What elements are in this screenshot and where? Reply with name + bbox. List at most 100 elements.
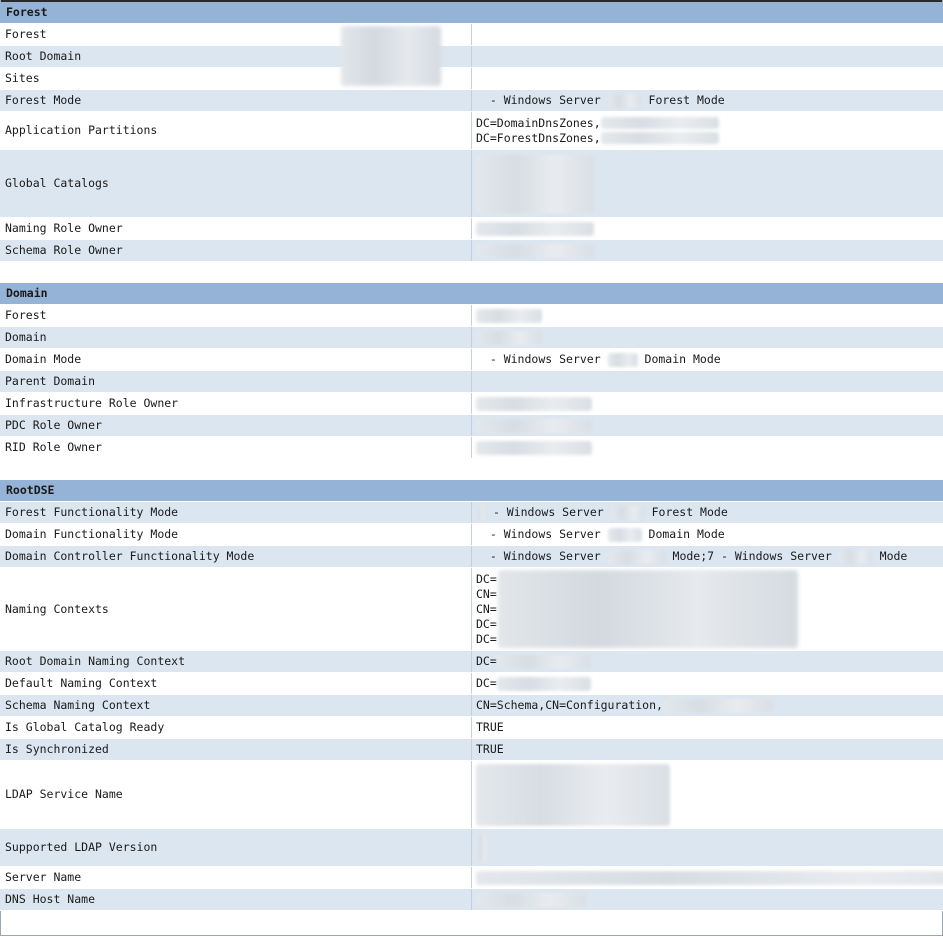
- row-label: Schema Role Owner: [0, 239, 472, 262]
- row-value: TRUE: [471, 738, 943, 761]
- row-value: TRUE: [471, 716, 943, 739]
- table-row: DNS Host Name: [0, 888, 943, 911]
- row-value: DC=: [471, 650, 943, 673]
- redacted-text: [496, 676, 591, 691]
- table-row: Global Catalogs: [0, 149, 943, 218]
- redacted-text: [600, 132, 719, 144]
- table-row: Default Naming Context DC=: [0, 672, 943, 695]
- table-row: Supported LDAP Version: [0, 828, 943, 867]
- table-row: Schema Role Owner: [0, 239, 943, 262]
- section-header-forest: Forest: [0, 2, 943, 24]
- partition-line: DC=DomainDnsZones,: [476, 115, 601, 130]
- section-spacer: [0, 458, 943, 480]
- table-row: Domain Controller Functionality Mode - W…: [0, 545, 943, 568]
- row-label: Naming Role Owner: [0, 217, 472, 240]
- redacted-text: [498, 570, 798, 648]
- row-value: - Windows Server Forest Mode: [471, 501, 943, 524]
- table-row: Forest Mode - Windows Server Forest Mode: [0, 89, 943, 112]
- ad-info-table: Forest Forest Root Domain Sites Forest M…: [0, 2, 943, 911]
- table-row: Domain Functionality Mode - Windows Serv…: [0, 523, 943, 546]
- section-title: RootDSE: [0, 480, 943, 502]
- value-text: DC=: [476, 654, 497, 668]
- redacted-text: [607, 527, 642, 542]
- row-value: [471, 828, 943, 867]
- row-label: Server Name: [0, 866, 472, 889]
- redacted-text: [476, 892, 586, 907]
- redacted-text: [476, 763, 670, 826]
- value-text: DC=: [476, 676, 497, 690]
- section-title: Domain: [0, 283, 943, 305]
- row-label: Parent Domain: [0, 370, 472, 393]
- row-label: PDC Role Owner: [0, 414, 472, 437]
- mode-prefix: - Windows Server: [489, 527, 601, 541]
- table-row: Forest: [0, 304, 943, 327]
- row-value: [471, 760, 943, 829]
- redacted-text: [476, 330, 542, 345]
- table-row: Forest Functionality Mode - Windows Serv…: [0, 501, 943, 524]
- row-label: Application Partitions: [0, 111, 472, 150]
- redacted-text: [476, 440, 592, 455]
- mode-prefix: - Windows Server: [489, 93, 601, 107]
- row-value: CN=Schema,CN=Configuration,: [471, 694, 943, 717]
- mode-prefix: - Windows Server: [492, 505, 604, 519]
- row-label: Forest Mode: [0, 89, 472, 112]
- row-value: [471, 149, 943, 218]
- table-row: Root Domain Naming Context DC=: [0, 650, 943, 673]
- table-row: Infrastructure Role Owner: [0, 392, 943, 415]
- row-label: RID Role Owner: [0, 436, 472, 459]
- table-row: Root Domain: [0, 45, 943, 68]
- table-row: Domain Mode - Windows Server Domain Mode: [0, 348, 943, 371]
- redacted-text: [476, 243, 594, 258]
- row-value: [471, 304, 943, 327]
- section-title: Forest: [0, 2, 943, 24]
- table-row: Schema Naming Context CN=Schema,CN=Confi…: [0, 694, 943, 717]
- table-row: Server Name: [0, 866, 943, 889]
- row-label: Schema Naming Context: [0, 694, 472, 717]
- row-label: Is Synchronized: [0, 738, 472, 761]
- row-label: Domain: [0, 326, 472, 349]
- redacted-text: [476, 221, 594, 236]
- row-value: [471, 67, 943, 90]
- mode-suffix: Domain Mode: [644, 352, 721, 366]
- row-value: - Windows Server Domain Mode: [471, 523, 943, 546]
- row-value: DC= CN= CN= DC= DC=: [471, 567, 943, 651]
- row-value: [471, 217, 943, 240]
- mode-prefix: - Windows Server: [489, 352, 601, 366]
- redacted-text: [600, 117, 719, 129]
- row-label: Domain Mode: [0, 348, 472, 371]
- table-row: Forest: [0, 23, 943, 46]
- row-label: Forest: [0, 304, 472, 327]
- redacted-text: [607, 93, 642, 108]
- redacted-text: [838, 549, 873, 564]
- table-row: PDC Role Owner: [0, 414, 943, 437]
- row-label: Forest Functionality Mode: [0, 501, 472, 524]
- value-text: CN=Schema,CN=Configuration,: [476, 698, 663, 712]
- redacted-text: [476, 308, 542, 323]
- row-label: Domain Functionality Mode: [0, 523, 472, 546]
- redacted-text: [496, 654, 591, 669]
- redacted-text: [476, 834, 490, 861]
- row-label: Domain Controller Functionality Mode: [0, 545, 472, 568]
- redacted-text: [607, 352, 638, 367]
- redacted-text: [662, 698, 773, 713]
- mode-suffix: Forest Mode: [651, 505, 728, 519]
- section-header-domain: Domain: [0, 283, 943, 305]
- row-label: Naming Contexts: [0, 567, 472, 651]
- redacted-text: [476, 418, 592, 433]
- row-value: [471, 370, 943, 393]
- row-value: - Windows Server Forest Mode: [471, 89, 943, 112]
- row-label: Is Global Catalog Ready: [0, 716, 472, 739]
- section-header-rootdse: RootDSE: [0, 480, 943, 502]
- row-value: - Windows Server Domain Mode: [471, 348, 943, 371]
- row-value: DC=DomainDnsZones, DC=ForestDnsZones,: [471, 111, 943, 150]
- row-label: Default Naming Context: [0, 672, 472, 695]
- row-label: Root Domain Naming Context: [0, 650, 472, 673]
- redacted-text: [476, 154, 594, 213]
- row-label: Infrastructure Role Owner: [0, 392, 472, 415]
- redacted-text: [476, 870, 943, 885]
- row-label: DNS Host Name: [0, 888, 472, 911]
- partition-line: DC=ForestDnsZones,: [476, 130, 601, 145]
- row-value: [471, 23, 943, 46]
- row-value: - Windows Server Mode;7 - Windows Server…: [471, 545, 943, 568]
- table-row: Naming Contexts DC= CN= CN= DC= DC=: [0, 567, 943, 651]
